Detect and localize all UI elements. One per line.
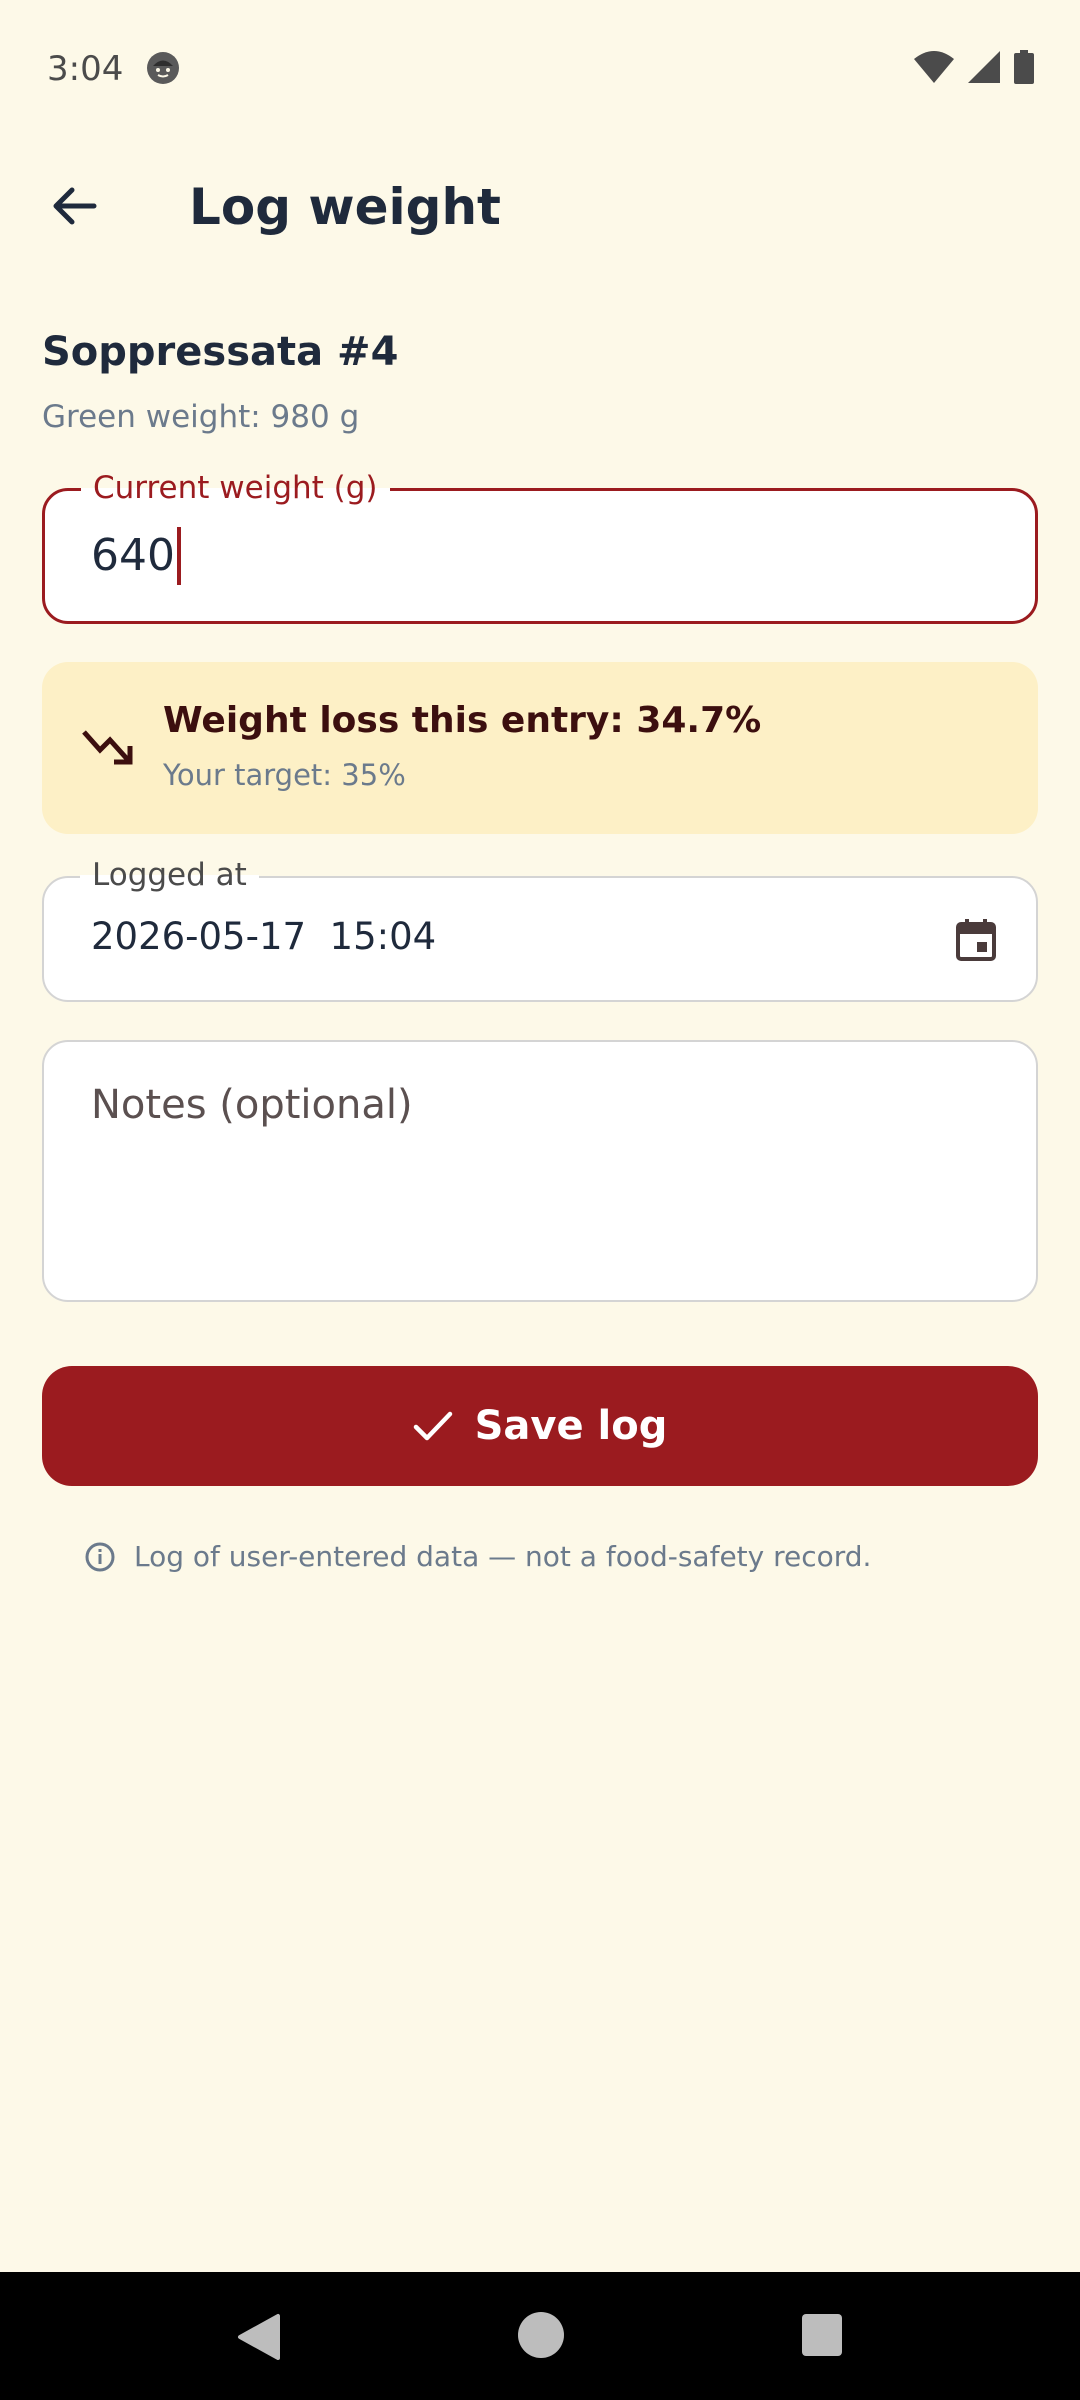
status-time: 3:04 bbox=[47, 49, 124, 89]
save-log-label: Save log bbox=[474, 1403, 668, 1449]
text-cursor bbox=[176, 527, 181, 585]
cellular-signal-icon bbox=[968, 51, 1000, 83]
check-icon bbox=[413, 1411, 452, 1441]
logged-at-value: 2026-05-17 15:04 bbox=[91, 915, 437, 958]
logged-at-label: Logged at bbox=[80, 856, 259, 894]
current-weight-value-wrap: 640 bbox=[91, 527, 181, 585]
weight-loss-card: Weight loss this entry: 34.7% Your targe… bbox=[42, 662, 1038, 834]
disclaimer-text: Log of user-entered data — not a food-sa… bbox=[134, 1540, 872, 1573]
wifi-icon bbox=[914, 51, 954, 83]
back-button[interactable] bbox=[38, 170, 110, 242]
green-weight-text: Green weight: 980 g bbox=[42, 399, 360, 435]
trending-down-icon bbox=[82, 730, 133, 765]
info-icon bbox=[85, 1542, 115, 1572]
arrow-back-icon bbox=[53, 187, 97, 225]
current-weight-field[interactable]: Current weight (g) 640 bbox=[42, 469, 1038, 624]
calendar-icon bbox=[956, 919, 996, 961]
nav-home-icon[interactable] bbox=[518, 2312, 564, 2358]
weight-loss-target: Your target: 35% bbox=[163, 758, 406, 792]
notes-input[interactable] bbox=[91, 1082, 996, 1128]
nav-back-icon[interactable] bbox=[234, 2312, 282, 2362]
save-log-button[interactable]: Save log bbox=[42, 1366, 1038, 1486]
current-weight-value: 640 bbox=[91, 530, 175, 581]
calendar-button[interactable] bbox=[948, 912, 1004, 968]
nav-recents-icon[interactable] bbox=[802, 2314, 842, 2356]
current-weight-label: Current weight (g) bbox=[81, 469, 390, 507]
page-title: Log weight bbox=[189, 178, 501, 236]
disclaimer: Log of user-entered data — not a food-sa… bbox=[84, 1538, 871, 1576]
notes-field[interactable] bbox=[42, 1040, 1038, 1302]
battery-icon bbox=[1014, 50, 1034, 84]
logged-at-field[interactable]: Logged at 2026-05-17 15:04 bbox=[42, 856, 1038, 1002]
weight-loss-title: Weight loss this entry: 34.7% bbox=[163, 700, 762, 741]
item-name: Soppressata #4 bbox=[42, 329, 399, 375]
status-icons bbox=[914, 50, 1034, 84]
face-notification-icon bbox=[147, 52, 179, 84]
